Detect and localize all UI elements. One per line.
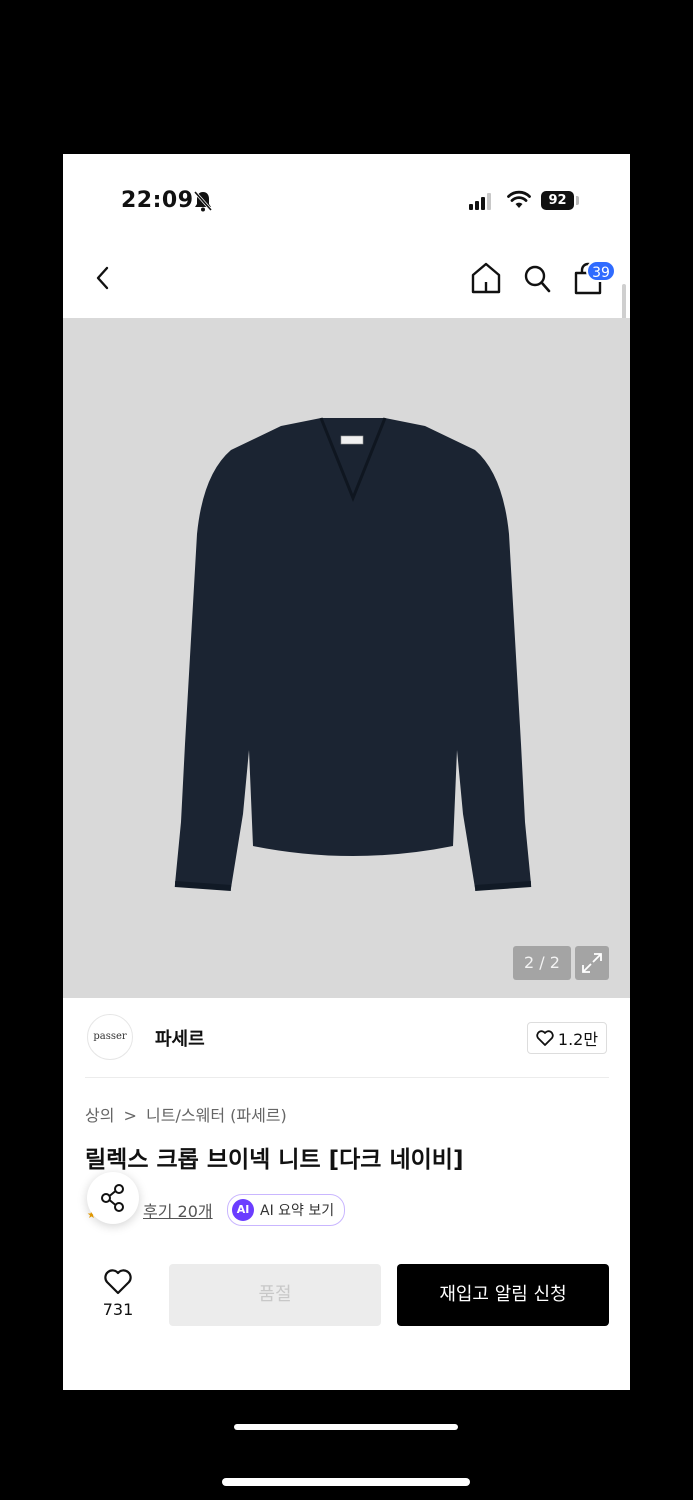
ai-summary-label: AI 요약 보기 <box>260 1203 335 1219</box>
product-image[interactable]: 2 / 2 <box>63 318 630 998</box>
breadcrumb: 상의 > 니트/스웨터 (파세르) <box>85 1102 291 1126</box>
sweater-image <box>174 417 532 891</box>
home-indicator[interactable] <box>234 1424 458 1430</box>
bottom-action-bar: 731 품절 재입고 알림 신청 <box>63 1254 630 1390</box>
breadcrumb-subcategory[interactable]: 니트/스웨터 (파세르) <box>146 1106 287 1125</box>
review-row: ★ 후기 20개 AI AI 요약 보기 <box>85 1172 605 1234</box>
breadcrumb-category[interactable]: 상의 <box>85 1106 114 1125</box>
wifi-icon <box>507 190 531 208</box>
brand-like-count: 1.2만 <box>557 1030 599 1049</box>
expand-icon[interactable] <box>575 946 609 980</box>
cart-count-badge: 39 <box>586 260 616 282</box>
brand-like-button[interactable]: 1.2만 <box>527 1022 607 1054</box>
nav-bar: 39 <box>63 244 630 318</box>
review-link[interactable]: 후기 20개 <box>143 1198 213 1222</box>
battery-icon: 92 <box>541 191 574 210</box>
brand-name[interactable]: 파세르 <box>155 1025 205 1051</box>
heart-outline-icon <box>104 1269 132 1295</box>
battery-tip <box>576 196 579 205</box>
status-time: 22:09 <box>121 188 194 213</box>
status-bar: 22:09 92 <box>63 154 630 244</box>
ai-summary-button[interactable]: AI AI 요약 보기 <box>227 1194 346 1226</box>
soldout-button: 품절 <box>169 1264 381 1326</box>
home-icon[interactable] <box>469 260 503 296</box>
wishlist-button[interactable]: 731 <box>93 1268 143 1328</box>
bell-off-icon <box>193 191 213 212</box>
ai-badge: AI <box>232 1199 254 1221</box>
home-indicator-outer[interactable] <box>222 1478 470 1486</box>
share-icon <box>101 1184 124 1212</box>
chevron-left-icon[interactable] <box>89 262 117 294</box>
image-counter: 2 / 2 <box>513 946 571 980</box>
brand-row[interactable]: passer 파세르 1.2만 <box>63 998 630 1078</box>
app-screen: 22:09 92 39 2 / 2 passer 파세르 1.2만 상의 > 니… <box>63 154 630 1390</box>
breadcrumb-separator: > <box>123 1106 137 1125</box>
divider <box>85 1077 609 1078</box>
wishlist-count: 731 <box>102 1300 134 1319</box>
restock-alert-button[interactable]: 재입고 알림 신청 <box>397 1264 609 1326</box>
product-title: 릴렉스 크롭 브이넥 니트 [다크 네이비] <box>85 1147 464 1173</box>
signal-icon <box>469 193 491 210</box>
search-icon[interactable] <box>521 262 553 296</box>
heart-outline-icon <box>536 1030 554 1046</box>
brand-logo[interactable]: passer <box>87 1014 133 1060</box>
share-button[interactable] <box>87 1172 139 1224</box>
